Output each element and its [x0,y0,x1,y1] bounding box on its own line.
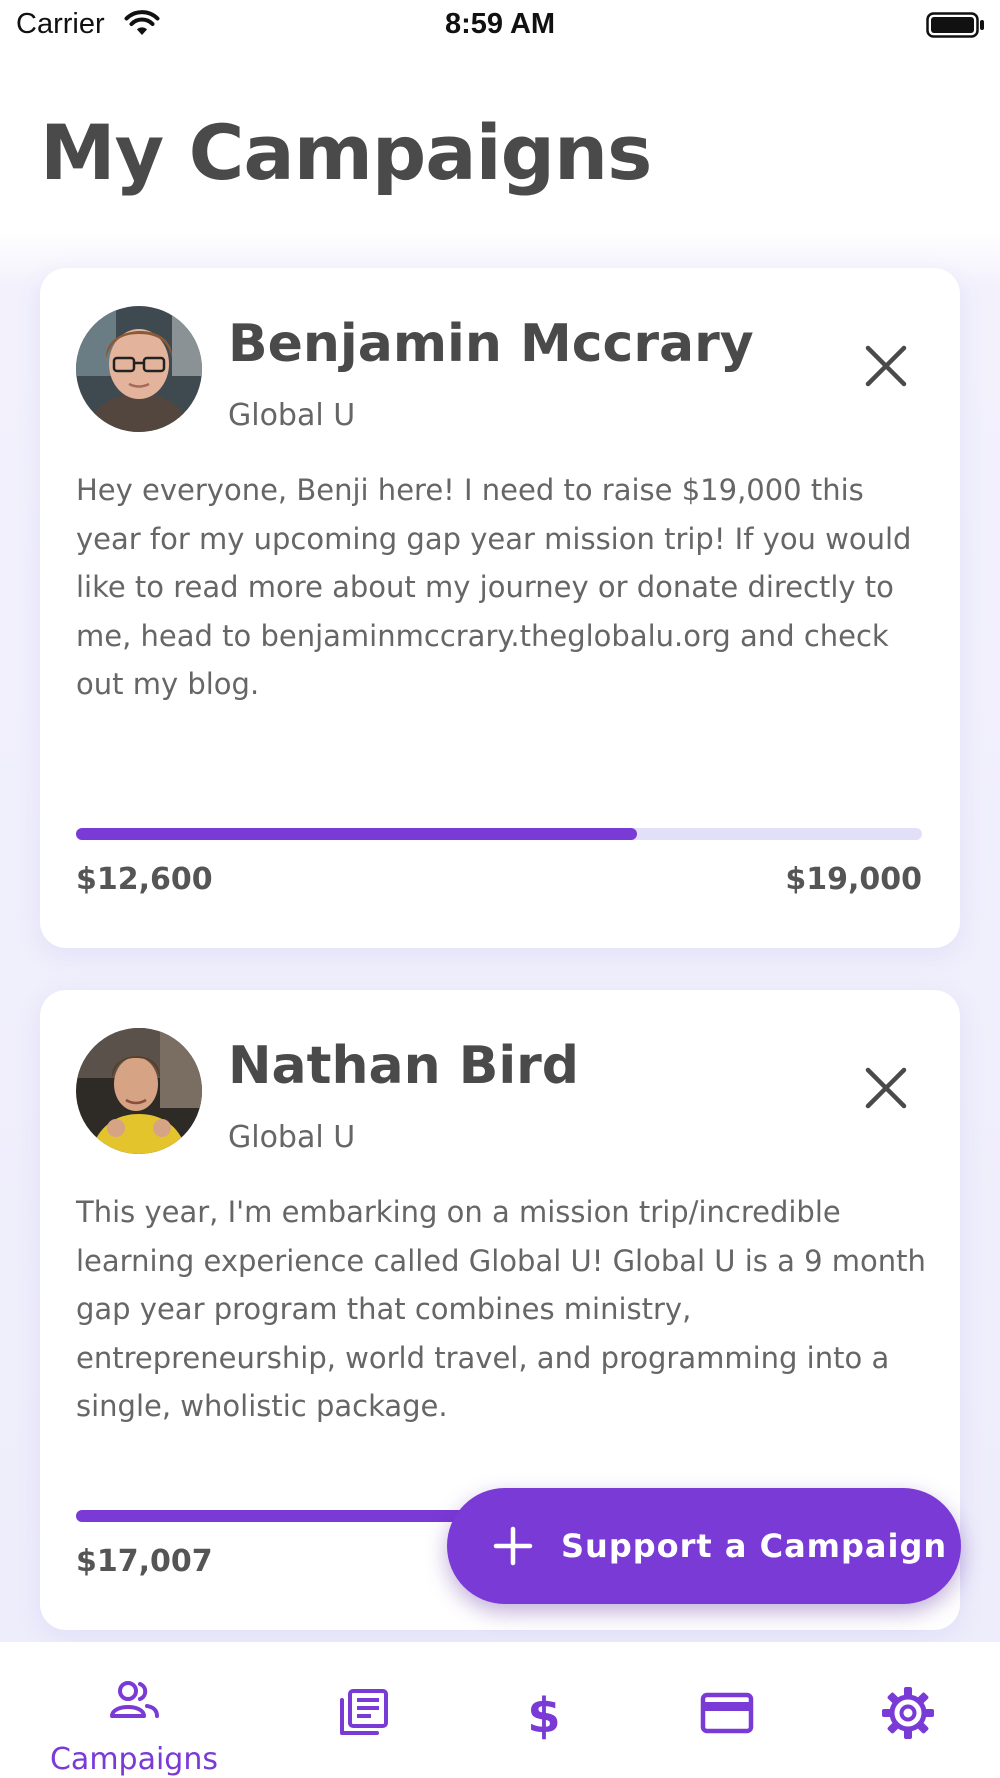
screen: Carrier 8:59 AM My Campaigns Benjamin Mc… [0,0,1000,1778]
campaign-list[interactable]: Benjamin Mccrary Global U Hey everyone, … [0,230,1000,1642]
close-icon [865,345,907,387]
tab-settings[interactable] [808,1642,1000,1778]
status-bar: Carrier 8:59 AM [0,0,1000,52]
tab-payment[interactable] [627,1642,827,1778]
credit-card-icon [700,1692,754,1734]
progress-bar [76,828,922,840]
svg-text:$: $ [527,1688,560,1740]
amount-raised: $17,007 [76,1544,213,1579]
remove-campaign-button[interactable] [858,338,914,394]
avatar [76,306,202,432]
progress-fill [76,828,637,840]
campaign-description: This year, I'm embarking on a mission tr… [76,1195,926,1423]
campaigner-name: Nathan Bird [228,1036,580,1096]
tab-newsfeed[interactable] [264,1642,464,1778]
support-campaign-button[interactable]: Support a Campaign [447,1488,961,1604]
newspaper-icon [340,1689,388,1735]
tab-bar: Campaigns $ [0,1642,1000,1778]
tab-donate[interactable]: $ [444,1642,644,1778]
tab-campaigns[interactable]: Campaigns [34,1642,234,1778]
page-title: My Campaigns [40,108,652,197]
campaign-card[interactable]: Benjamin Mccrary Global U Hey everyone, … [40,268,960,948]
people-icon [110,1681,159,1718]
campaign-organization: Global U [228,1120,356,1155]
remove-campaign-button[interactable] [858,1060,914,1116]
campaign-organization: Global U [228,398,356,433]
gear-icon [882,1687,934,1739]
tab-campaigns-label: Campaigns [49,1742,218,1777]
campaign-description: Hey everyone, Benji here! I need to rais… [76,473,912,701]
amount-goal: $19,000 [785,862,922,897]
avatar [76,1028,202,1154]
status-time: 8:59 AM [444,8,556,40]
dollar-icon: $ [527,1688,560,1740]
support-campaign-label: Support a Campaign [561,1527,948,1565]
plus-icon [493,1526,533,1566]
close-icon [865,1067,907,1109]
battery-icon [926,12,984,38]
amount-raised: $12,600 [76,862,213,897]
campaigner-name: Benjamin Mccrary [228,314,754,374]
